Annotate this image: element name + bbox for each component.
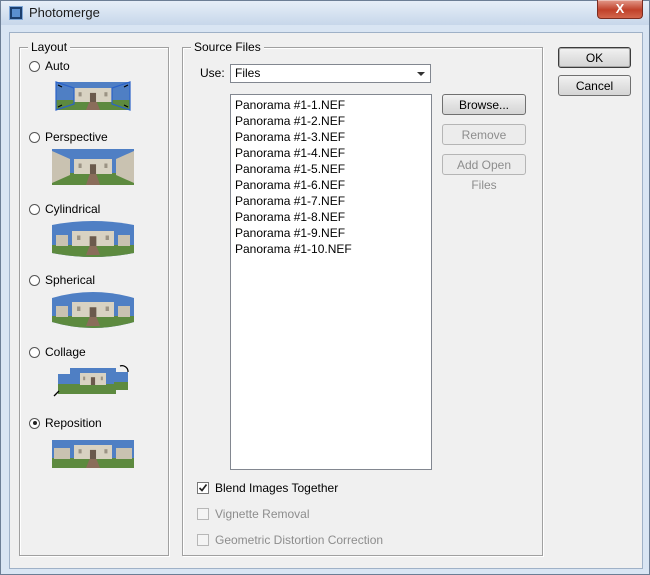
layout-thumbnail-auto [55, 81, 131, 111]
vignette-removal-option[interactable]: Vignette Removal [197, 506, 310, 522]
dialog-body: Layout Auto Perspective Cylindrical Sphe… [9, 32, 643, 569]
source-files-legend: Source Files [191, 40, 264, 54]
use-label: Use: [200, 66, 225, 80]
cancel-button[interactable]: Cancel [558, 75, 631, 96]
layout-option-collage[interactable]: Collage [29, 344, 86, 360]
layout-option-perspective[interactable]: Perspective [29, 129, 108, 145]
layout-radio-cylindrical[interactable] [29, 203, 40, 215]
layout-option-reposition[interactable]: Reposition [29, 415, 102, 431]
layout-legend: Layout [28, 40, 71, 54]
geometric-distortion-option[interactable]: Geometric Distortion Correction [197, 532, 383, 548]
use-dropdown-value: Files [235, 66, 261, 80]
file-list-item[interactable]: Panorama #1-3.NEF [235, 129, 427, 145]
file-list-item[interactable]: Panorama #1-8.NEF [235, 209, 427, 225]
ok-button[interactable]: OK [558, 47, 631, 68]
layout-label-perspective: Perspective [45, 130, 108, 144]
vignette-removal-label: Vignette Removal [215, 507, 310, 521]
geometric-distortion-checkbox[interactable] [197, 534, 209, 546]
use-dropdown[interactable]: Files [230, 64, 431, 83]
title-bar[interactable]: Photomerge X [1, 0, 649, 25]
layout-label-collage: Collage [45, 345, 86, 359]
file-list-item[interactable]: Panorama #1-5.NEF [235, 161, 427, 177]
file-list-item[interactable]: Panorama #1-2.NEF [235, 113, 427, 129]
layout-radio-spherical[interactable] [29, 274, 40, 286]
chevron-down-icon [417, 72, 425, 76]
checkmark-icon [198, 483, 208, 492]
layout-option-cylindrical[interactable]: Cylindrical [29, 201, 100, 217]
file-list-item[interactable]: Panorama #1-9.NEF [235, 225, 427, 241]
layout-option-spherical[interactable]: Spherical [29, 272, 95, 288]
close-button[interactable]: X [597, 0, 643, 19]
remove-button[interactable]: Remove [442, 124, 526, 145]
file-list-item[interactable]: Panorama #1-4.NEF [235, 145, 427, 161]
file-list-item[interactable]: Panorama #1-10.NEF [235, 241, 427, 257]
source-files-list[interactable]: Panorama #1-1.NEF Panorama #1-2.NEF Panora… [230, 94, 432, 470]
close-icon: X [615, 1, 625, 16]
layout-thumbnail-reposition [52, 440, 134, 468]
layout-radio-perspective[interactable] [29, 131, 40, 143]
blend-images-option[interactable]: Blend Images Together [197, 480, 338, 496]
layout-label-spherical: Spherical [45, 273, 96, 287]
photoshop-app-icon [9, 6, 23, 20]
blend-images-checkbox[interactable] [197, 482, 209, 494]
file-list-item[interactable]: Panorama #1-7.NEF [235, 193, 427, 209]
source-files-group: Source Files Use: Files Panorama #1-1.NE… [182, 40, 543, 556]
layout-option-auto[interactable]: Auto [29, 58, 70, 74]
layout-label-reposition: Reposition [45, 416, 102, 430]
window-title: Photomerge [29, 5, 100, 20]
add-open-files-button[interactable]: Add Open Files [442, 154, 526, 192]
file-list-item[interactable]: Panorama #1-6.NEF [235, 177, 427, 193]
layout-radio-reposition[interactable] [29, 417, 40, 429]
layout-label-cylindrical: Cylindrical [45, 202, 101, 216]
file-list-item[interactable]: Panorama #1-1.NEF [235, 97, 427, 113]
geometric-distortion-label: Geometric Distortion Correction [215, 533, 384, 547]
layout-group: Layout Auto Perspective Cylindrical Sphe… [19, 40, 169, 556]
layout-thumbnail-collage [53, 365, 129, 397]
layout-thumbnail-spherical [52, 292, 134, 328]
layout-thumbnail-cylindrical [52, 221, 134, 257]
layout-radio-auto[interactable] [29, 60, 40, 72]
vignette-removal-checkbox[interactable] [197, 508, 209, 520]
layout-radio-collage[interactable] [29, 346, 40, 358]
browse-button[interactable]: Browse... [442, 94, 526, 115]
layout-label-auto: Auto [45, 59, 70, 73]
blend-images-label: Blend Images Together [215, 481, 339, 495]
layout-thumbnail-perspective [52, 149, 134, 185]
photomerge-dialog: Photomerge X Layout Auto Perspective Cyl… [0, 0, 650, 575]
